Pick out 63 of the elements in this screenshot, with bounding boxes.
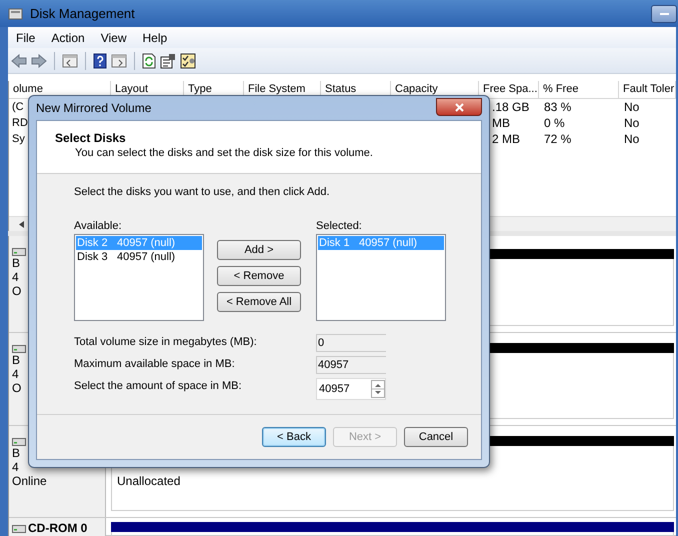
menu-item[interactable]: View [92, 30, 134, 44]
scroll-left-icon[interactable] [19, 220, 24, 228]
wizard-button[interactable]: Cancel [404, 427, 468, 447]
menu-item[interactable]: File [8, 30, 44, 44]
wizard-button[interactable]: < Back [262, 427, 326, 447]
disk-label: O [12, 381, 22, 395]
move-button[interactable]: Add > [217, 240, 301, 260]
readonly-field: 40957 [316, 356, 386, 374]
disk-label: CD-ROM 0 [28, 521, 88, 535]
table-cell: .18 GB [492, 99, 530, 115]
forward-arrow-icon[interactable] [31, 54, 47, 68]
disk-label: Online [12, 474, 47, 488]
panel-icon[interactable] [62, 54, 78, 68]
disk-label: 4 [12, 367, 19, 381]
field-label: Select the amount of space in MB: [74, 379, 243, 394]
table-cell: 2 MB [492, 131, 520, 147]
properties-icon[interactable] [160, 52, 176, 68]
page-heading: Select Disks [55, 131, 127, 145]
move-button[interactable]: < Remove [217, 266, 301, 286]
close-icon[interactable] [454, 102, 464, 112]
table-cell: No [624, 131, 640, 147]
table-cell: 83 % [544, 99, 572, 115]
table-cell: No [624, 99, 640, 115]
disk-list-item[interactable]: Disk 3 40957 (null) [76, 250, 202, 264]
page-description: You can select the disks and set the disk size for this volume. [74, 147, 374, 159]
table-cell: 72 % [544, 131, 572, 147]
table-cell-text: (C [12, 100, 24, 115]
disk-label: 4 [12, 270, 19, 284]
partition-label: Unallocated [117, 474, 180, 488]
disk-label: B [12, 446, 20, 460]
menu-item[interactable]: Action [43, 30, 93, 44]
field-label: Maximum available space in MB: [74, 357, 236, 372]
help-icon[interactable] [93, 52, 107, 68]
minimize-button[interactable] [651, 4, 677, 22]
disk-list[interactable]: Disk 2 40957 (null) Disk 3 40957 (null) [74, 234, 204, 321]
panel-icon[interactable] [111, 54, 127, 68]
table-cell-text: RD [12, 116, 28, 131]
spin-arrows-icon[interactable] [372, 381, 384, 397]
disk-label: B [12, 353, 20, 367]
back-arrow-icon[interactable] [11, 54, 27, 68]
instruction-text: Select the disks you want to use, and then click Add. [74, 186, 331, 198]
list-label: Available: [74, 220, 122, 232]
column-header[interactable]: Fault Toler [619, 81, 676, 99]
spinner-field[interactable]: 40957 [316, 378, 386, 400]
field-label: Total volume size in megabytes (MB): [74, 335, 258, 350]
disk-label: 4 [12, 460, 19, 474]
disk-management-icon [8, 6, 24, 20]
disk-label: O [12, 284, 22, 298]
column-header[interactable]: % Free [539, 81, 619, 99]
table-cell: 0 % [544, 115, 565, 131]
checklist-icon[interactable] [180, 52, 196, 68]
disk-label: B [12, 256, 20, 270]
readonly-field: 0 [316, 334, 386, 352]
table-cell: No [624, 115, 640, 131]
table-cell: MB [492, 115, 510, 131]
dialog-title: New Mirrored Volume [36, 101, 152, 115]
menu-item[interactable]: Help [134, 30, 176, 44]
table-cell-text: Sy [12, 132, 25, 147]
refresh-icon[interactable] [142, 52, 156, 68]
move-button[interactable]: < Remove All [217, 292, 301, 312]
window-title: Disk Management [30, 6, 135, 21]
list-label: Selected: [316, 220, 363, 232]
close-button[interactable] [436, 98, 482, 116]
